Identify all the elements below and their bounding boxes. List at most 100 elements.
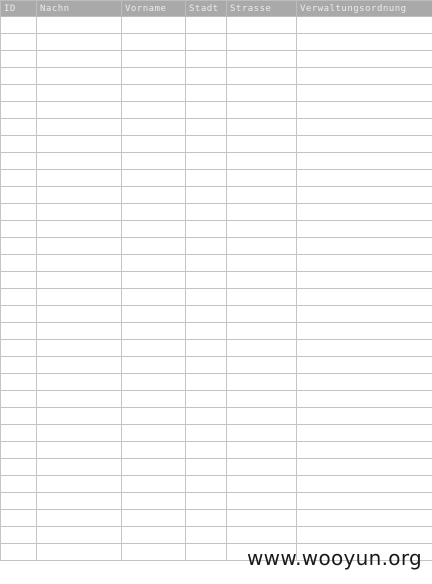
column-header-vorname[interactable]: Vorname xyxy=(121,0,186,17)
table-cell[interactable] xyxy=(185,220,227,238)
table-cell[interactable] xyxy=(0,101,37,119)
column-header-strasse[interactable]: Strasse xyxy=(226,0,297,17)
table-cell[interactable] xyxy=(36,441,122,459)
table-cell[interactable] xyxy=(121,424,186,442)
table-row[interactable] xyxy=(0,118,432,136)
table-cell[interactable] xyxy=(121,407,186,425)
table-cell[interactable] xyxy=(185,543,227,561)
table-cell[interactable] xyxy=(36,33,122,51)
table-cell[interactable] xyxy=(121,475,186,493)
table-cell[interactable] xyxy=(185,492,227,510)
table-cell[interactable] xyxy=(226,135,297,153)
table-cell[interactable] xyxy=(121,16,186,34)
table-cell[interactable] xyxy=(36,237,122,255)
table-cell[interactable] xyxy=(0,118,37,136)
table-cell[interactable] xyxy=(226,118,297,136)
table-cell[interactable] xyxy=(121,220,186,238)
table-cell[interactable] xyxy=(36,288,122,306)
table-row[interactable] xyxy=(0,67,432,85)
table-cell[interactable] xyxy=(296,288,432,306)
table-cell[interactable] xyxy=(226,288,297,306)
table-cell[interactable] xyxy=(121,271,186,289)
table-cell[interactable] xyxy=(185,254,227,272)
table-cell[interactable] xyxy=(36,407,122,425)
table-cell[interactable] xyxy=(121,356,186,374)
table-cell[interactable] xyxy=(226,390,297,408)
table-cell[interactable] xyxy=(296,220,432,238)
table-cell[interactable] xyxy=(36,509,122,527)
table-cell[interactable] xyxy=(296,16,432,34)
table-cell[interactable] xyxy=(121,305,186,323)
table-cell[interactable] xyxy=(296,407,432,425)
table-row[interactable] xyxy=(0,356,432,374)
table-cell[interactable] xyxy=(0,33,37,51)
table-cell[interactable] xyxy=(121,322,186,340)
table-cell[interactable] xyxy=(185,509,227,527)
table-cell[interactable] xyxy=(226,475,297,493)
table-cell[interactable] xyxy=(185,84,227,102)
table-cell[interactable] xyxy=(296,441,432,459)
table-cell[interactable] xyxy=(36,390,122,408)
table-cell[interactable] xyxy=(185,339,227,357)
table-cell[interactable] xyxy=(296,526,432,544)
table-cell[interactable] xyxy=(226,186,297,204)
table-row[interactable] xyxy=(0,84,432,102)
table-cell[interactable] xyxy=(296,254,432,272)
table-cell[interactable] xyxy=(121,67,186,85)
table-cell[interactable] xyxy=(226,339,297,357)
table-row[interactable] xyxy=(0,101,432,119)
table-cell[interactable] xyxy=(36,322,122,340)
table-cell[interactable] xyxy=(36,16,122,34)
table-cell[interactable] xyxy=(0,373,37,391)
table-cell[interactable] xyxy=(36,67,122,85)
table-cell[interactable] xyxy=(226,509,297,527)
table-row[interactable] xyxy=(0,271,432,289)
table-row[interactable] xyxy=(0,169,432,187)
column-header-stadt[interactable]: Stadt xyxy=(185,0,227,17)
table-cell[interactable] xyxy=(226,254,297,272)
table-cell[interactable] xyxy=(121,169,186,187)
table-row[interactable] xyxy=(0,186,432,204)
table-cell[interactable] xyxy=(185,475,227,493)
table-cell[interactable] xyxy=(0,356,37,374)
table-cell[interactable] xyxy=(296,390,432,408)
table-cell[interactable] xyxy=(121,526,186,544)
table-cell[interactable] xyxy=(226,526,297,544)
table-cell[interactable] xyxy=(0,169,37,187)
table-cell[interactable] xyxy=(296,458,432,476)
column-header-verwaltungsordnung[interactable]: Verwaltungsordnung xyxy=(296,0,432,17)
table-cell[interactable] xyxy=(185,203,227,221)
table-cell[interactable] xyxy=(185,390,227,408)
table-cell[interactable] xyxy=(121,50,186,68)
table-cell[interactable] xyxy=(185,118,227,136)
table-row[interactable] xyxy=(0,390,432,408)
table-cell[interactable] xyxy=(226,373,297,391)
table-cell[interactable] xyxy=(185,322,227,340)
table-cell[interactable] xyxy=(0,509,37,527)
table-row[interactable] xyxy=(0,339,432,357)
table-cell[interactable] xyxy=(121,458,186,476)
table-cell[interactable] xyxy=(296,475,432,493)
table-cell[interactable] xyxy=(36,84,122,102)
table-cell[interactable] xyxy=(0,305,37,323)
table-cell[interactable] xyxy=(36,254,122,272)
table-row[interactable] xyxy=(0,152,432,170)
table-cell[interactable] xyxy=(0,441,37,459)
table-cell[interactable] xyxy=(296,356,432,374)
table-cell[interactable] xyxy=(185,50,227,68)
table-cell[interactable] xyxy=(226,33,297,51)
table-cell[interactable] xyxy=(226,407,297,425)
table-cell[interactable] xyxy=(185,135,227,153)
table-cell[interactable] xyxy=(36,118,122,136)
table-row[interactable] xyxy=(0,424,432,442)
table-cell[interactable] xyxy=(296,237,432,255)
table-cell[interactable] xyxy=(121,186,186,204)
table-cell[interactable] xyxy=(226,237,297,255)
table-cell[interactable] xyxy=(0,526,37,544)
table-cell[interactable] xyxy=(185,526,227,544)
table-row[interactable] xyxy=(0,322,432,340)
table-cell[interactable] xyxy=(226,152,297,170)
table-cell[interactable] xyxy=(121,135,186,153)
table-cell[interactable] xyxy=(226,271,297,289)
table-cell[interactable] xyxy=(296,101,432,119)
